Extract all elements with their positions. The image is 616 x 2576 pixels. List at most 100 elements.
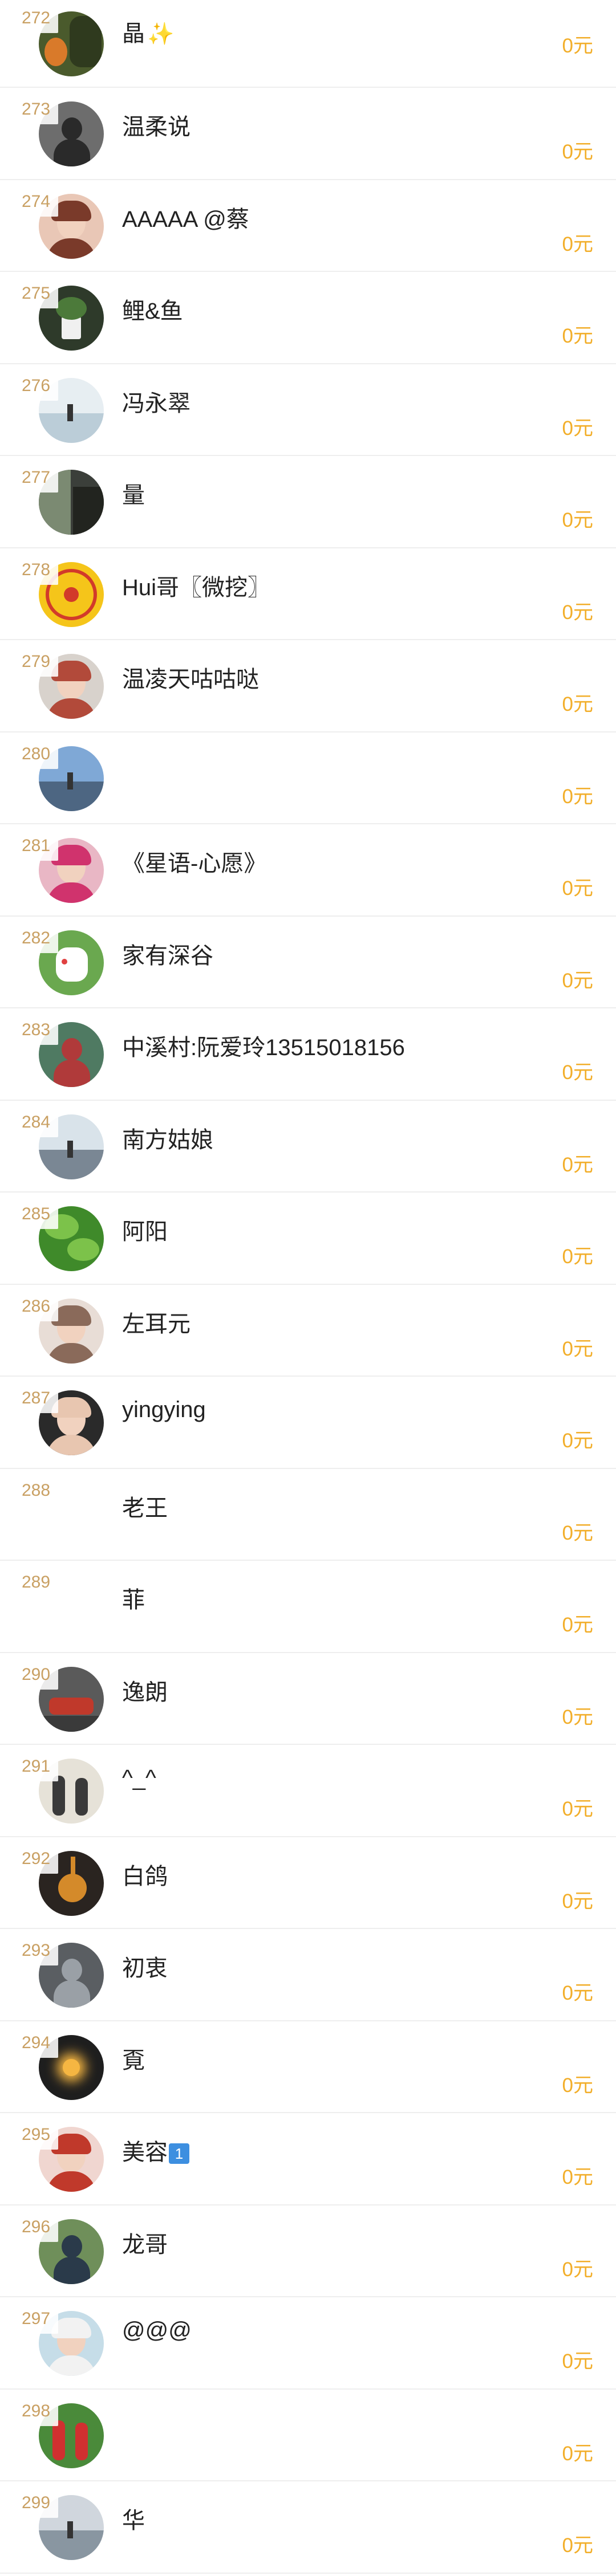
ranking-row[interactable]: 284 南方姑娘 0元 (0, 1100, 616, 1193)
ranking-row[interactable]: 276 冯永翠 0元 (0, 364, 616, 456)
user-name-text: 鲤&鱼 (122, 299, 183, 324)
rank-number: 293 (14, 1936, 58, 1965)
ranking-row[interactable]: 293 初衷 0元 (0, 1929, 616, 2021)
ranking-row[interactable]: 291 ^_^ 0元 (0, 1745, 616, 1837)
ranking-row[interactable]: 298 0元 (0, 2389, 616, 2481)
amount-value: 0元 (562, 233, 593, 255)
amount-value: 0元 (562, 2442, 593, 2465)
user-name-text: 温凌天咕咕哒 (122, 667, 259, 692)
ranking-row[interactable]: 274 AAAAA @蔡 0元 (0, 180, 616, 272)
rank-number: 281 (14, 831, 58, 861)
user-name: 冯永翠 (122, 385, 191, 418)
amount-value: 0元 (562, 693, 593, 715)
ranking-row[interactable]: 290 逸朗 0元 (0, 1653, 616, 1745)
user-name: Hui哥〖微挖〗 (122, 569, 270, 602)
rank-number: 275 (14, 279, 58, 308)
user-name-text: 中溪村:阮爱玲13515018156 (122, 1035, 405, 1060)
ranking-row[interactable]: 287 yingying 0元 (0, 1377, 616, 1469)
user-name: 覔 (122, 2042, 145, 2075)
user-name-text: ^_^ (122, 1765, 156, 1790)
amount-value: 0元 (562, 2534, 593, 2557)
user-name: 龙哥 (122, 2226, 168, 2259)
user-name: @@@ (122, 2318, 192, 2343)
amount-value: 0元 (562, 1337, 593, 1360)
amount-value: 0元 (562, 1246, 593, 1268)
user-name-text: 覔 (122, 2048, 145, 2073)
ranking-row[interactable]: 281 《星语-心愿》 0元 (0, 824, 616, 917)
rank-number: 299 (14, 2488, 58, 2518)
user-name-text: Hui哥〖微挖〗 (122, 575, 271, 600)
amount-value: 0元 (562, 2258, 593, 2281)
rank-number: 279 (14, 647, 58, 677)
rank-number: 291 (14, 1752, 58, 1781)
amount-value: 0元 (562, 785, 593, 808)
amount-value: 0元 (562, 601, 593, 624)
user-name-text: 华 (122, 2508, 145, 2533)
ranking-row[interactable]: 292 白鸽 0元 (0, 1837, 616, 1929)
user-name: 温凌天咕咕哒 (122, 661, 259, 694)
ranking-row[interactable]: 282 家有深谷 0元 (0, 916, 616, 1008)
rank-number: 274 (14, 186, 58, 217)
amount-value: 0元 (562, 1890, 593, 1912)
ranking-row[interactable]: 297 @@@ 0元 (0, 2297, 616, 2390)
rank-number: 295 (14, 2120, 58, 2150)
amount-value: 0元 (562, 1614, 593, 1636)
ranking-row[interactable]: 285 阿阳 0元 (0, 1193, 616, 1285)
ranking-row[interactable]: 289 菲 0元 (0, 1561, 616, 1653)
user-name: 美容 1 (122, 2134, 189, 2167)
ranking-row[interactable]: 288 老王 0元 (0, 1468, 616, 1561)
ranking-row[interactable]: 296 龙哥 0元 (0, 2205, 616, 2297)
rank-number: 294 (14, 2028, 58, 2058)
ranking-row[interactable]: 279 温凌天咕咕哒 0元 (0, 640, 616, 732)
ranking-row[interactable]: 277 量 0元 (0, 456, 616, 548)
user-name-text: AAAAA @蔡 (122, 206, 249, 232)
rank-number: 278 (14, 555, 58, 585)
user-name: 老王 (122, 1490, 168, 1523)
rank-number: 284 (14, 1107, 58, 1137)
rank-number: 276 (14, 371, 58, 401)
user-name-text: 美容 (122, 2140, 168, 2165)
ranking-row[interactable]: 272 晶 ✨ 0元 (0, 0, 616, 88)
amount-value: 0元 (562, 509, 593, 531)
ranking-row[interactable]: 273 温柔说 0元 (0, 88, 616, 180)
rank-number: 297 (14, 2304, 58, 2334)
user-name: 逸朗 (122, 1674, 168, 1707)
user-name: ^_^ (122, 1765, 156, 1791)
user-name: AAAAA @蔡 (122, 201, 249, 234)
rank-number: 287 (14, 1383, 58, 1413)
ranking-row[interactable]: 299 华 0元 (0, 2481, 616, 2574)
ranking-row[interactable]: 280 0元 (0, 732, 616, 824)
amount-value: 0元 (562, 417, 593, 439)
user-name: 温柔说 (122, 108, 191, 141)
ranking-row[interactable]: 283 中溪村:阮爱玲13515018156 0元 (0, 1008, 616, 1101)
amount-value: 0元 (562, 2074, 593, 2097)
ranking-row[interactable]: 278 Hui哥〖微挖〗 0元 (0, 548, 616, 640)
user-name-text: 《星语-心愿》 (122, 851, 267, 876)
rank-number: 277 (14, 463, 58, 493)
rank-number: 280 (14, 739, 58, 769)
amount-value: 0元 (562, 1706, 593, 1728)
ranking-row[interactable]: 275 鲤&鱼 0元 (0, 272, 616, 364)
user-name-text: 菲 (122, 1588, 145, 1613)
user-name: yingying (122, 1397, 206, 1423)
rank-number: 296 (14, 2212, 58, 2242)
amount-value: 0元 (562, 141, 593, 163)
ranking-list: 272 晶 ✨ 0元 273 温柔说 0元 274 AAAAA @蔡 0元 275 鲤&鱼 0元 276 冯… (0, 0, 616, 2574)
ranking-row[interactable]: 286 左耳元 0元 (0, 1284, 616, 1377)
user-name-text: 白鸽 (122, 1863, 168, 1889)
user-name-text: 阿阳 (122, 1219, 168, 1244)
user-name-text: 冯永翠 (122, 390, 191, 416)
rank-number: 289 (14, 1568, 58, 1597)
user-name: 家有深谷 (122, 937, 213, 970)
user-name-text: 家有深谷 (122, 943, 213, 968)
user-name-text: 南方姑娘 (122, 1127, 213, 1153)
rank-number: 272 (14, 3, 58, 33)
user-name-text: 初衷 (122, 1956, 168, 1981)
ranking-row[interactable]: 294 覔 0元 (0, 2021, 616, 2113)
amount-value: 0元 (562, 1061, 593, 1084)
rank-number: 283 (14, 1015, 58, 1045)
ranking-row[interactable]: 295 美容 1 0元 (0, 2113, 616, 2205)
rank-number: 286 (14, 1291, 58, 1321)
user-name: 中溪村:阮爱玲13515018156 (122, 1029, 405, 1062)
amount-value: 0元 (562, 1798, 593, 1820)
